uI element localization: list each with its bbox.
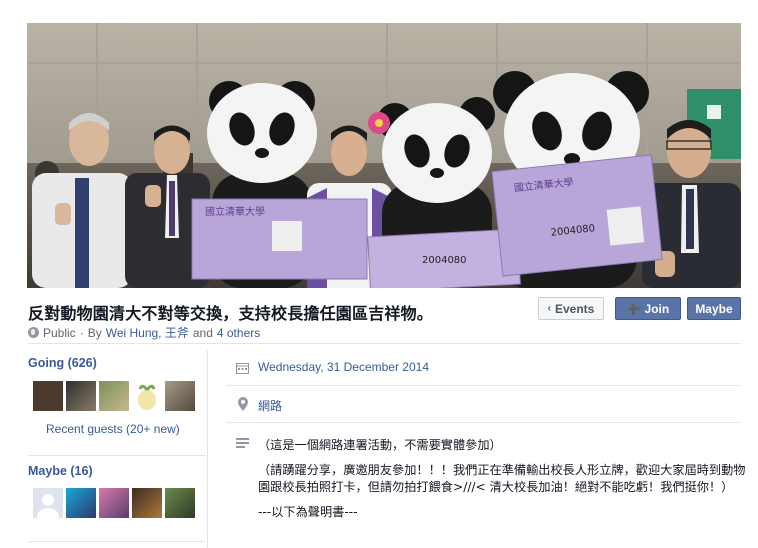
- maybe-button-label: Maybe: [695, 301, 733, 316]
- globe-icon: [28, 327, 39, 338]
- events-button-label: Events: [554, 301, 595, 316]
- others-link[interactable]: 4 others: [217, 326, 260, 340]
- event-location[interactable]: 網路: [258, 397, 282, 414]
- privacy-label: Public: [43, 325, 76, 340]
- location-divider: [226, 422, 741, 423]
- guest-avatar[interactable]: [33, 488, 63, 518]
- event-meta: Public · By Wei Hung, 王斧 and 4 others: [28, 324, 260, 341]
- join-button[interactable]: ➕ Join: [615, 297, 681, 320]
- event-title: 反對動物園清大不對等交換，支持校長擔任園區吉祥物。: [28, 304, 434, 323]
- guest-avatar[interactable]: [66, 488, 96, 518]
- guest-avatar[interactable]: [99, 488, 129, 518]
- description-icon: [236, 437, 249, 452]
- location-pin-icon: [238, 397, 248, 414]
- guest-avatar[interactable]: [66, 381, 96, 411]
- header-divider: [28, 343, 741, 344]
- description-paragraph: （請踴躍分享，廣邀朋友參加！！！我們正在準備輸出校長人形立牌，歡迎大家屆時到動物…: [258, 463, 746, 494]
- sidebar-divider: [28, 455, 206, 456]
- date-divider: [226, 385, 741, 386]
- join-button-label: Join: [644, 301, 670, 316]
- guest-avatar[interactable]: [99, 381, 129, 411]
- going-count[interactable]: Going (626): [28, 356, 97, 370]
- meta-separator: ·: [79, 325, 84, 340]
- event-date[interactable]: Wednesday, 31 December 2014: [258, 360, 429, 374]
- column-divider: [207, 350, 208, 548]
- by-prefix: By: [87, 325, 102, 340]
- maybe-count[interactable]: Maybe (16): [28, 464, 93, 478]
- events-button[interactable]: ‹ Events: [538, 297, 604, 320]
- event-description: （這是一個網路連署活動，不需要實體參加） （請踴躍分享，廣邀朋友參加！！！我們正…: [258, 437, 746, 529]
- host-links[interactable]: Wei Hung, 王斧: [106, 324, 189, 341]
- sidebar-bottom-divider: [28, 541, 206, 542]
- description-paragraph: （這是一個網路連署活動，不需要實體參加）: [258, 438, 502, 452]
- sign-number-1: 2004080: [422, 255, 467, 266]
- guest-avatar[interactable]: [132, 488, 162, 518]
- sign-brand-1: 國立清華大學: [205, 205, 265, 218]
- guest-avatar[interactable]: [165, 381, 195, 411]
- guest-avatar[interactable]: [132, 381, 162, 411]
- guest-avatar[interactable]: [33, 381, 63, 411]
- maybe-button[interactable]: Maybe: [687, 297, 741, 320]
- cover-photo-illustration: 國立清華大學 2004080 國立清華大學 2004080: [27, 23, 741, 288]
- cover-photo[interactable]: 國立清華大學 2004080 國立清華大學 2004080: [27, 23, 741, 288]
- and-label: and: [192, 325, 213, 340]
- recent-guests-link[interactable]: Recent guests (20+ new): [46, 422, 180, 436]
- guest-avatar[interactable]: [165, 488, 195, 518]
- description-paragraph: ---以下為聲明書---: [258, 505, 358, 519]
- chevron-left-icon: ‹: [547, 303, 551, 314]
- calendar-icon: [236, 362, 249, 377]
- add-friend-icon: ➕: [626, 303, 641, 315]
